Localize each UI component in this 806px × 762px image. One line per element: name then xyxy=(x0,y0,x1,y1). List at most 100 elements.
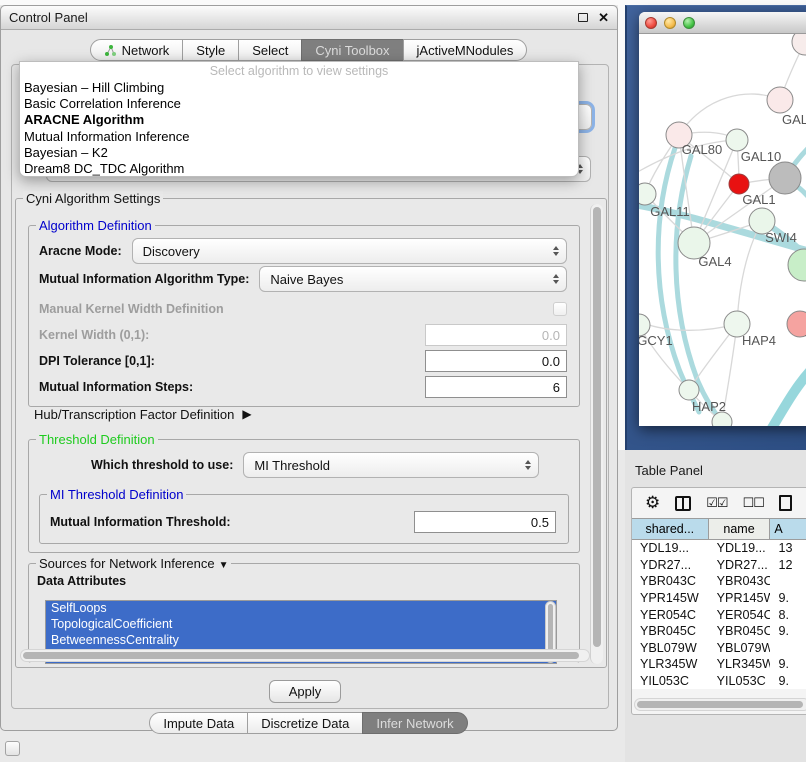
table-row[interactable]: YBR043C YBR043C xyxy=(632,573,806,590)
tab-network[interactable]: Network xyxy=(90,39,184,61)
table-row[interactable]: YER054C YER054C 8. xyxy=(632,606,806,623)
zoom-traffic-light-icon[interactable] xyxy=(683,17,695,29)
table-hscrollbar[interactable] xyxy=(634,698,806,711)
right-strip xyxy=(618,0,625,450)
tab-infer-network[interactable]: Infer Network xyxy=(362,712,467,734)
table-panel-title: Table Panel xyxy=(635,463,703,478)
network-node-label: HAP4 xyxy=(742,333,776,348)
network-node[interactable] xyxy=(726,129,748,151)
node-table: shared... name A YDL19... YDL19... 13 xyxy=(632,518,806,689)
mi-threshold-group: MI Threshold Definition Mutual Informati… xyxy=(39,494,569,544)
tab-select[interactable]: Select xyxy=(238,39,302,61)
algorithm-option[interactable]: Bayesian – K2 xyxy=(20,145,578,161)
table-panel: Table Panel ⚙ ☑☑ ☐☐ shared... name A xyxy=(625,450,806,762)
dpi-tolerance-field[interactable]: 0.0 xyxy=(425,350,567,372)
combo-stepper-icon xyxy=(525,457,531,473)
combo-stepper-icon xyxy=(553,271,559,287)
mi-threshold-field[interactable]: 0.5 xyxy=(414,511,556,533)
close-traffic-light-icon[interactable] xyxy=(645,17,657,29)
data-attribute-item[interactable]: SelfLoops xyxy=(46,601,556,617)
table-row[interactable]: YIL053C YIL053C 9. xyxy=(632,673,806,690)
gear-icon[interactable]: ⚙ xyxy=(645,493,660,513)
expand-arrow-icon[interactable]: ▶ xyxy=(242,407,251,421)
column-header-shared-name[interactable]: shared... xyxy=(632,519,709,539)
algorithm-option[interactable]: Dream8 DC_TDC Algorithm xyxy=(20,161,578,177)
sources-group-title: Sources for Network Inference▼ xyxy=(36,556,231,571)
network-node-label: GAL1 xyxy=(742,192,775,207)
column-header-partial[interactable]: A xyxy=(770,519,806,539)
kernel-width-field[interactable]: 0.0 xyxy=(425,324,567,346)
algorithm-option[interactable]: Bayesian – Hill Climbing xyxy=(20,80,578,96)
network-node-label: GCY1 xyxy=(639,333,673,348)
network-node-label: GAL xyxy=(782,112,806,127)
network-node[interactable] xyxy=(639,183,656,205)
algorithm-definition-title: Algorithm Definition xyxy=(36,218,155,233)
tab-style[interactable]: Style xyxy=(182,39,239,61)
which-threshold-label: Which threshold to use: xyxy=(91,458,233,472)
tab-impute-data[interactable]: Impute Data xyxy=(149,712,248,734)
data-attributes-label: Data Attributes xyxy=(37,574,126,588)
control-panel: Control Panel ✕ Network Style Select Cyn… xyxy=(0,5,618,731)
mi-algorithm-type-combo[interactable]: Naive Bayes xyxy=(259,266,567,292)
network-node[interactable] xyxy=(787,311,806,337)
column-header-name[interactable]: name xyxy=(709,519,771,539)
settings-vscrollbar[interactable] xyxy=(590,204,603,664)
table-body: YDL19... YDL19... 13 YDR27... YDR27... 1… xyxy=(632,540,806,689)
network-node[interactable] xyxy=(788,249,806,281)
kernel-width-label: Kernel Width (0,1): xyxy=(39,328,149,342)
close-icon[interactable]: ✕ xyxy=(598,11,609,24)
network-window: GALGAL80GAL10GAL1GAL11SWI4GAL4GCY1HAP4YH… xyxy=(639,12,806,426)
network-node[interactable] xyxy=(792,34,806,55)
tab-discretize-data[interactable]: Discretize Data xyxy=(247,712,363,734)
aracne-mode-combo[interactable]: Discovery xyxy=(132,238,567,264)
data-attribute-item[interactable]: TopologicalCoefficient xyxy=(46,617,556,633)
control-panel-title: Control Panel xyxy=(9,10,88,25)
tab-network-label: Network xyxy=(122,43,170,58)
network-node-label: SWI4 xyxy=(765,230,797,245)
settings-group-title: Cyni Algorithm Settings xyxy=(23,191,163,206)
apply-button[interactable]: Apply xyxy=(269,680,341,703)
network-node-label: HAP2 xyxy=(692,399,726,414)
float-panel-icon[interactable] xyxy=(578,13,588,22)
select-all-checkboxes-icon[interactable]: ☑☑ xyxy=(706,495,727,511)
sources-group: Sources for Network Inference▼ Data Attr… xyxy=(28,563,580,663)
network-node[interactable] xyxy=(767,87,793,113)
network-node-label: GAL10 xyxy=(741,149,781,164)
screen: Control Panel ✕ Network Style Select Cyn… xyxy=(0,0,806,762)
data-attribute-item[interactable]: BetweennessCentrality xyxy=(46,633,556,649)
mi-steps-field[interactable]: 6 xyxy=(425,376,567,398)
table-row[interactable]: YBL079W YBL079W xyxy=(632,640,806,657)
network-node[interactable] xyxy=(729,174,749,194)
manual-kernel-width-checkbox[interactable] xyxy=(553,302,567,316)
table-box: ⚙ ☑☑ ☐☐ shared... name A YDL19... xyxy=(631,487,806,715)
algorithm-option[interactable]: Mutual Information Inference xyxy=(20,129,578,145)
minimize-traffic-light-icon[interactable] xyxy=(664,17,676,29)
which-threshold-combo[interactable]: MI Threshold xyxy=(243,452,539,478)
network-node[interactable] xyxy=(679,380,699,400)
tab-jactivemnodules[interactable]: jActiveMNodules xyxy=(403,39,528,61)
control-panel-tabs: Network Style Select Cyni Toolbox jActiv… xyxy=(1,39,617,61)
table-row[interactable]: YPR145W YPR145W 9. xyxy=(632,590,806,607)
collapse-arrow-icon[interactable]: ▼ xyxy=(219,560,229,571)
settings-hscrollbar[interactable] xyxy=(20,649,590,662)
network-icon xyxy=(104,44,117,57)
table-row[interactable]: YBR045C YBR045C 9. xyxy=(632,623,806,640)
bottom-tabs: Impute Data Discretize Data Infer Networ… xyxy=(1,712,617,734)
table-row[interactable]: YLR345W YLR345W 9. xyxy=(632,656,806,673)
network-window-titlebar[interactable] xyxy=(639,12,806,34)
algorithm-option[interactable]: ARACNE Algorithm xyxy=(20,112,578,128)
mi-algorithm-type-label: Mutual Information Algorithm Type: xyxy=(39,272,249,286)
tab-cyni-toolbox[interactable]: Cyni Toolbox xyxy=(301,39,403,61)
collapsed-panel-icon[interactable] xyxy=(5,741,20,756)
table-row[interactable]: YDR27... YDR27... 12 xyxy=(632,557,806,574)
combo-stepper-icon xyxy=(553,243,559,259)
network-canvas[interactable]: GALGAL80GAL10GAL1GAL11SWI4GAL4GCY1HAP4YH… xyxy=(639,34,806,426)
export-table-icon[interactable] xyxy=(779,495,792,511)
algorithm-option[interactable]: Basic Correlation Inference xyxy=(20,96,578,112)
hub-definition-row[interactable]: Hub/Transcription Factor Definition ▶ xyxy=(34,403,594,425)
deselect-all-checkboxes-icon[interactable]: ☐☐ xyxy=(743,495,764,511)
algorithm-dropdown: Select algorithm to view settings Bayesi… xyxy=(19,61,579,177)
network-node[interactable] xyxy=(769,162,801,194)
table-row[interactable]: YDL19... YDL19... 13 xyxy=(632,540,806,557)
columns-icon[interactable] xyxy=(675,496,691,511)
